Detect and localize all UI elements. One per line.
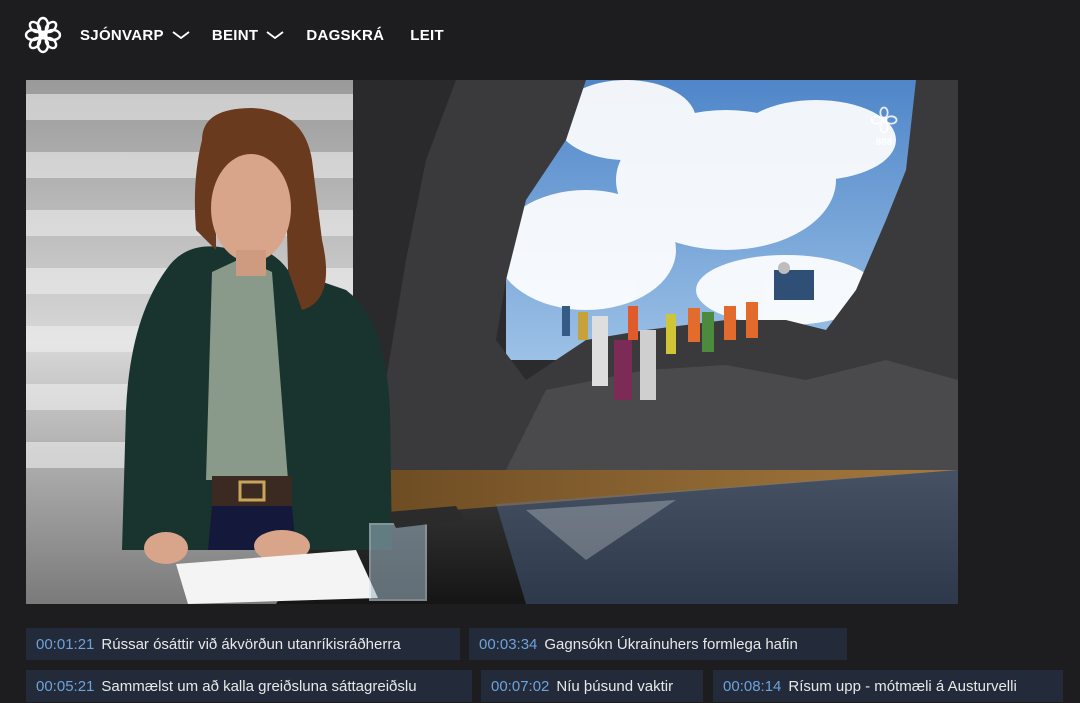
chapter-title: Gagnsókn Úkraínuhers formlega hafin xyxy=(544,635,798,653)
chapter-item[interactable]: 00:07:02 Níu þúsund vaktir xyxy=(481,670,703,702)
main-nav: SJÓNVARP BEINT DAGSKRÁ LEIT xyxy=(80,24,444,46)
ruv-logo-icon[interactable] xyxy=(24,16,62,54)
chapter-title: Rísum upp - mótmæli á Austurvelli xyxy=(788,677,1017,695)
channel-badge-text: 888 xyxy=(875,137,893,148)
chapter-item[interactable]: 00:05:21 Sammælst um að kalla greiðsluna… xyxy=(26,670,472,702)
chapter-timestamp: 00:05:21 xyxy=(36,677,95,695)
nav-item-leit[interactable]: LEIT xyxy=(410,24,444,46)
chapter-title: Sammælst um að kalla greiðsluna sáttagre… xyxy=(101,677,417,695)
chapter-timestamp: 00:07:02 xyxy=(491,677,550,695)
video-player[interactable]: 888 xyxy=(26,80,958,604)
chapter-item[interactable]: 00:03:34 Gagnsókn Úkraínuhers formlega h… xyxy=(469,628,847,660)
nav-item-label: SJÓNVARP xyxy=(80,26,164,44)
nav-item-dagskra[interactable]: DAGSKRÁ xyxy=(306,24,384,46)
chevron-down-icon xyxy=(266,31,284,40)
top-navigation-bar: SJÓNVARP BEINT DAGSKRÁ LEIT xyxy=(0,0,1080,70)
nav-item-label: LEIT xyxy=(410,26,444,44)
ruv-logo-icon xyxy=(870,106,898,134)
chapter-item[interactable]: 00:01:21 Rússar ósáttir við ákvörðun uta… xyxy=(26,628,460,660)
nav-item-beint[interactable]: BEINT xyxy=(212,24,285,46)
nav-item-label: DAGSKRÁ xyxy=(306,26,385,44)
video-frame xyxy=(26,80,958,604)
chapter-timestamp: 00:08:14 xyxy=(723,677,782,695)
chapter-item[interactable]: 00:08:14 Rísum upp - mótmæli á Austurvel… xyxy=(713,670,1063,702)
nav-item-sjonvarp[interactable]: SJÓNVARP xyxy=(80,24,190,46)
chapter-timestamp: 00:01:21 xyxy=(36,635,95,653)
chapter-title: Níu þúsund vaktir xyxy=(556,677,674,695)
channel-watermark: 888 xyxy=(868,106,900,148)
chevron-down-icon xyxy=(172,31,190,40)
nav-item-label: BEINT xyxy=(211,26,259,44)
chapter-title: Rússar ósáttir við ákvörðun utanríkisráð… xyxy=(101,635,401,653)
chapter-timestamp: 00:03:34 xyxy=(479,635,538,653)
